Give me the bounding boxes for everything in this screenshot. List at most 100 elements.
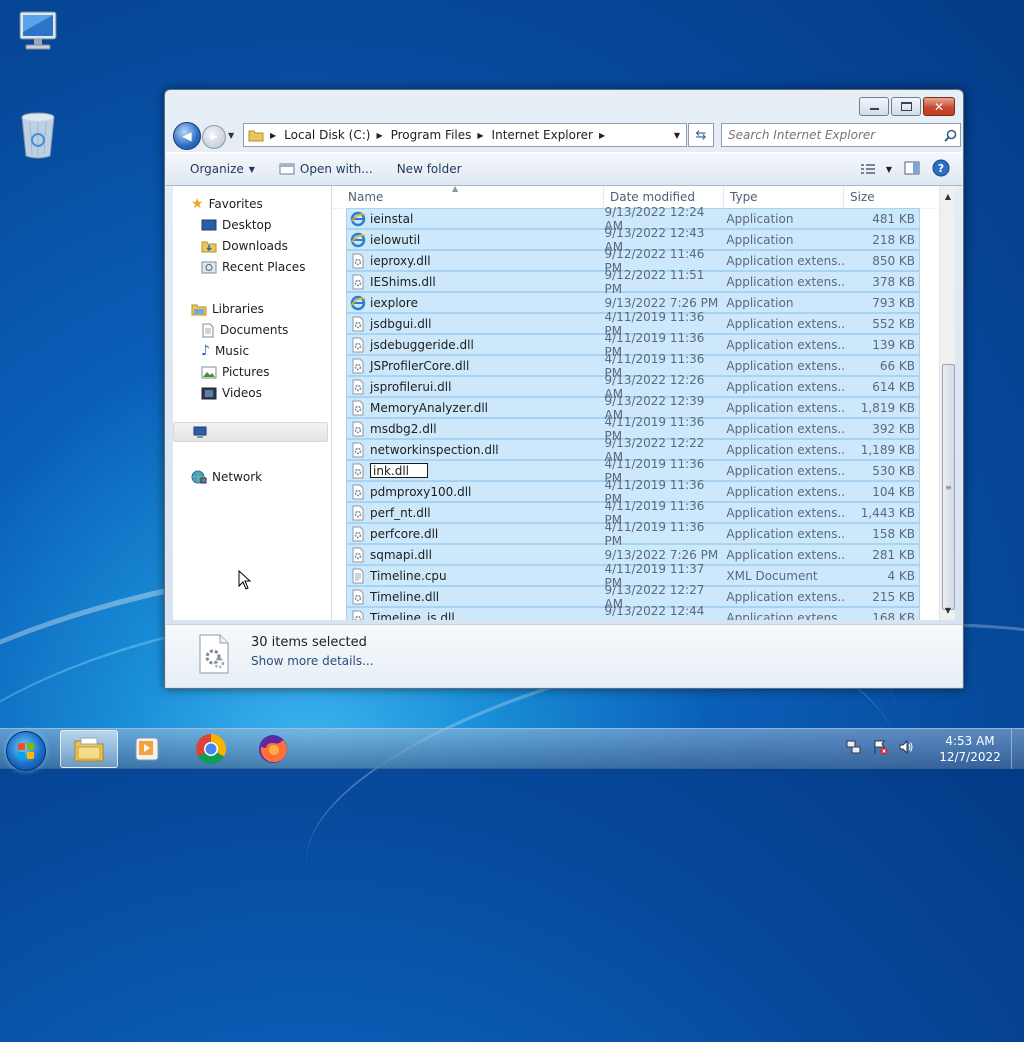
downloads-folder-icon [201, 241, 217, 253]
nav-network[interactable]: Network [191, 467, 262, 487]
file-name: ielowutil [370, 232, 421, 247]
network-tray-icon[interactable] [846, 739, 862, 755]
dll-icon [350, 274, 366, 290]
taskbar-chrome[interactable] [182, 730, 240, 768]
search-icon[interactable] [940, 129, 960, 142]
nav-videos[interactable]: Videos [201, 383, 262, 403]
show-more-details-link[interactable]: Show more details... [251, 654, 374, 668]
file-name: ieinstal [370, 211, 414, 226]
new-folder-button[interactable]: New folder [385, 162, 474, 176]
windows-logo-icon [18, 743, 34, 759]
breadcrumb-program-files[interactable]: Program Files ▶ [391, 128, 492, 142]
mouse-cursor-icon [238, 570, 252, 590]
close-button[interactable]: ✕ [923, 97, 955, 116]
file-type: Application extens... [726, 589, 845, 604]
nav-computer[interactable] [173, 422, 328, 442]
vertical-scrollbar[interactable]: ▲ ≡ ▼ [939, 186, 955, 620]
system-clock[interactable]: 4:53 AM 12/7/2022 [930, 733, 1010, 765]
file-name: pdmproxy100.dll [370, 484, 472, 499]
file-type: Application extens... [726, 253, 845, 268]
rename-input[interactable]: ink.dll [370, 463, 428, 478]
taskbar-media-player[interactable] [118, 730, 176, 768]
desktop-computer-icon[interactable] [12, 10, 64, 54]
address-dropdown-icon[interactable]: ▼ [668, 131, 686, 140]
file-name-cell: ieinstal [347, 211, 601, 227]
refresh-button[interactable]: ⇆ [688, 123, 714, 147]
file-row[interactable]: perfcore.dll 4/11/2019 11:36 PM Applicatio… [346, 520, 920, 548]
chevron-down-icon: ▼ [248, 164, 255, 174]
maximize-icon [900, 102, 912, 111]
breadcrumb-local-disk[interactable]: Local Disk (C:) ▶ [284, 128, 390, 142]
action-center-flag-icon[interactable] [872, 739, 888, 755]
organize-button[interactable]: Organize ▼ [166, 162, 267, 176]
scroll-up-icon[interactable]: ▲ [940, 188, 955, 204]
breadcrumb-separator-icon[interactable]: ▶ [376, 131, 382, 140]
file-row[interactable]: Timeline_is.dll 9/13/2022 12:44 AM Applica… [346, 604, 920, 621]
back-button[interactable]: ◀ [173, 122, 201, 150]
file-size: 281 KB [872, 547, 916, 562]
file-size: 104 KB [872, 484, 916, 499]
computer-icon [19, 11, 57, 50]
file-list: Name ▲ Date modified Type Size ieinstal 9/… [332, 186, 955, 620]
dll-icon [350, 421, 366, 437]
nav-downloads[interactable]: Downloads [201, 236, 288, 256]
help-button[interactable]: ? [932, 159, 950, 180]
nav-libraries[interactable]: Libraries [191, 299, 264, 319]
breadcrumb-separator-icon[interactable]: ▶ [270, 131, 276, 140]
file-size: 168 KB [872, 610, 916, 621]
details-pane: 30 items selected Show more details... [166, 624, 962, 687]
nav-favorites[interactable]: ★ Favorites [191, 194, 263, 214]
column-label: Date modified [610, 190, 696, 204]
file-name-cell: ieproxy.dll [347, 253, 601, 269]
taskbar-firefox[interactable] [244, 730, 302, 768]
breadcrumb-separator-icon[interactable]: ▶ [477, 131, 483, 140]
nav-documents[interactable]: Documents [201, 320, 288, 340]
breadcrumb-label: Local Disk (C:) [284, 128, 371, 142]
recent-pages-button[interactable]: ▼ [228, 131, 234, 140]
nav-label: Documents [220, 323, 289, 337]
navigation-bar: ◀ ▶ ▼ ▶ Local Disk (C:) ▶ Program Files ▶ … [173, 122, 961, 150]
minimize-button[interactable] [859, 97, 889, 116]
column-type[interactable]: Type [724, 186, 844, 208]
file-row[interactable]: IEShims.dll 9/12/2022 11:51 PM Application… [346, 268, 920, 296]
nav-pictures[interactable]: Pictures [201, 362, 270, 382]
nav-desktop[interactable]: Desktop [201, 215, 272, 235]
preview-pane-button[interactable] [904, 161, 920, 178]
breadcrumb-separator-icon[interactable]: ▶ [599, 131, 605, 140]
taskbar-explorer[interactable] [60, 730, 118, 768]
volume-icon[interactable] [898, 739, 914, 755]
change-view-button[interactable]: ▼ [860, 163, 892, 175]
forward-button[interactable]: ▶ [202, 125, 226, 149]
file-size: 1,443 KB [860, 505, 916, 520]
show-desktop-button[interactable] [1011, 729, 1024, 769]
open-with-button[interactable]: Open with... [267, 162, 385, 176]
file-type: Application extens... [726, 610, 845, 621]
file-type: Application extens... [726, 484, 845, 499]
desktop-recycle-bin-icon[interactable] [12, 110, 64, 160]
sort-ascending-icon: ▲ [452, 186, 459, 193]
file-size: 392 KB [872, 421, 916, 436]
maximize-button[interactable] [891, 97, 921, 116]
address-bar[interactable]: ▶ Local Disk (C:) ▶ Program Files ▶ Intern… [243, 123, 687, 147]
chrome-icon [196, 734, 227, 765]
scroll-down-icon[interactable]: ▼ [940, 602, 955, 618]
nav-label: Music [214, 344, 250, 358]
nav-music[interactable]: ♪ Music [201, 341, 249, 361]
scroll-thumb[interactable]: ≡ [942, 364, 955, 610]
column-name[interactable]: Name ▲ [332, 186, 604, 208]
file-date: 9/13/2022 7:26 PM [604, 295, 719, 310]
file-type: Application extens... [726, 337, 845, 352]
search-box[interactable] [721, 123, 961, 147]
start-button[interactable] [6, 731, 46, 771]
multiple-files-icon [199, 634, 229, 674]
breadcrumb-internet-explorer[interactable]: Internet Explorer ▶ [492, 128, 614, 142]
column-size[interactable]: Size [844, 186, 938, 208]
file-name-cell: sqmapi.dll [347, 547, 601, 563]
libraries-icon [191, 304, 207, 316]
file-name-cell: perfcore.dll [347, 526, 601, 542]
dll-icon [350, 379, 366, 395]
nav-recent-places[interactable]: Recent Places [201, 257, 305, 277]
search-input[interactable] [722, 127, 940, 143]
preview-pane-icon [904, 161, 920, 174]
notification-area [846, 739, 914, 755]
